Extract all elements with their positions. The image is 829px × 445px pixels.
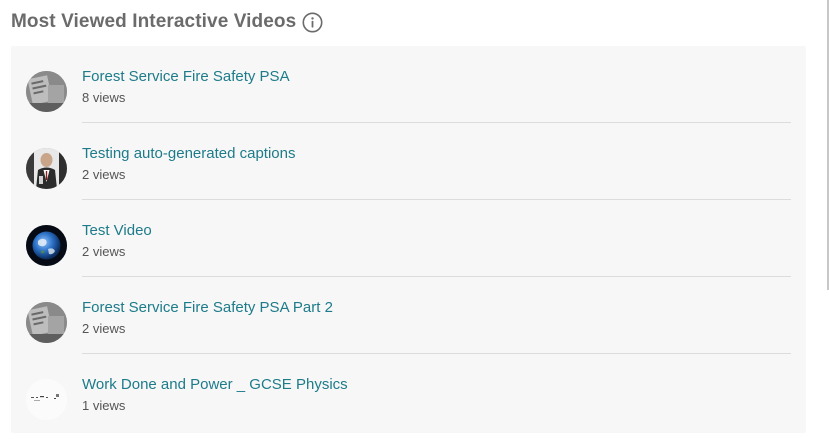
- video-title-link[interactable]: Test Video: [82, 222, 152, 239]
- list-item[interactable]: Forest Service Fire Safety PSA Part 2 2 …: [11, 277, 806, 354]
- list-item[interactable]: Testing auto-generated captions 2 views: [11, 123, 806, 200]
- video-title-link[interactable]: Forest Service Fire Safety PSA Part 2: [82, 299, 333, 316]
- video-views: 2 views: [82, 244, 126, 259]
- video-list: Forest Service Fire Safety PSA 8 views T…: [11, 46, 806, 433]
- widget-title: Most Viewed Interactive Videos: [11, 11, 297, 32]
- video-title-link[interactable]: Forest Service Fire Safety PSA: [82, 68, 290, 85]
- info-circle-icon[interactable]: [302, 12, 323, 33]
- video-views: 1 views: [82, 398, 126, 413]
- widget-header: Most Viewed Interactive Videos: [11, 9, 323, 35]
- video-thumbnail[interactable]: [26, 71, 67, 112]
- list-item[interactable]: Test Video 2 views: [11, 200, 806, 277]
- most-viewed-videos-widget: Most Viewed Interactive Videos Forest Se…: [0, 0, 829, 445]
- video-title-link[interactable]: Work Done and Power _ GCSE Physics: [82, 376, 348, 393]
- video-thumbnail[interactable]: [26, 379, 67, 420]
- list-item[interactable]: Work Done and Power _ GCSE Physics 1 vie…: [11, 354, 806, 431]
- video-thumbnail[interactable]: [26, 225, 67, 266]
- video-thumbnail[interactable]: [26, 302, 67, 343]
- video-views: 8 views: [82, 90, 126, 105]
- video-title-link[interactable]: Testing auto-generated captions: [82, 145, 295, 162]
- video-views: 2 views: [82, 321, 126, 336]
- video-views: 2 views: [82, 167, 126, 182]
- video-thumbnail[interactable]: [26, 148, 67, 189]
- list-item[interactable]: Forest Service Fire Safety PSA 8 views: [11, 46, 806, 123]
